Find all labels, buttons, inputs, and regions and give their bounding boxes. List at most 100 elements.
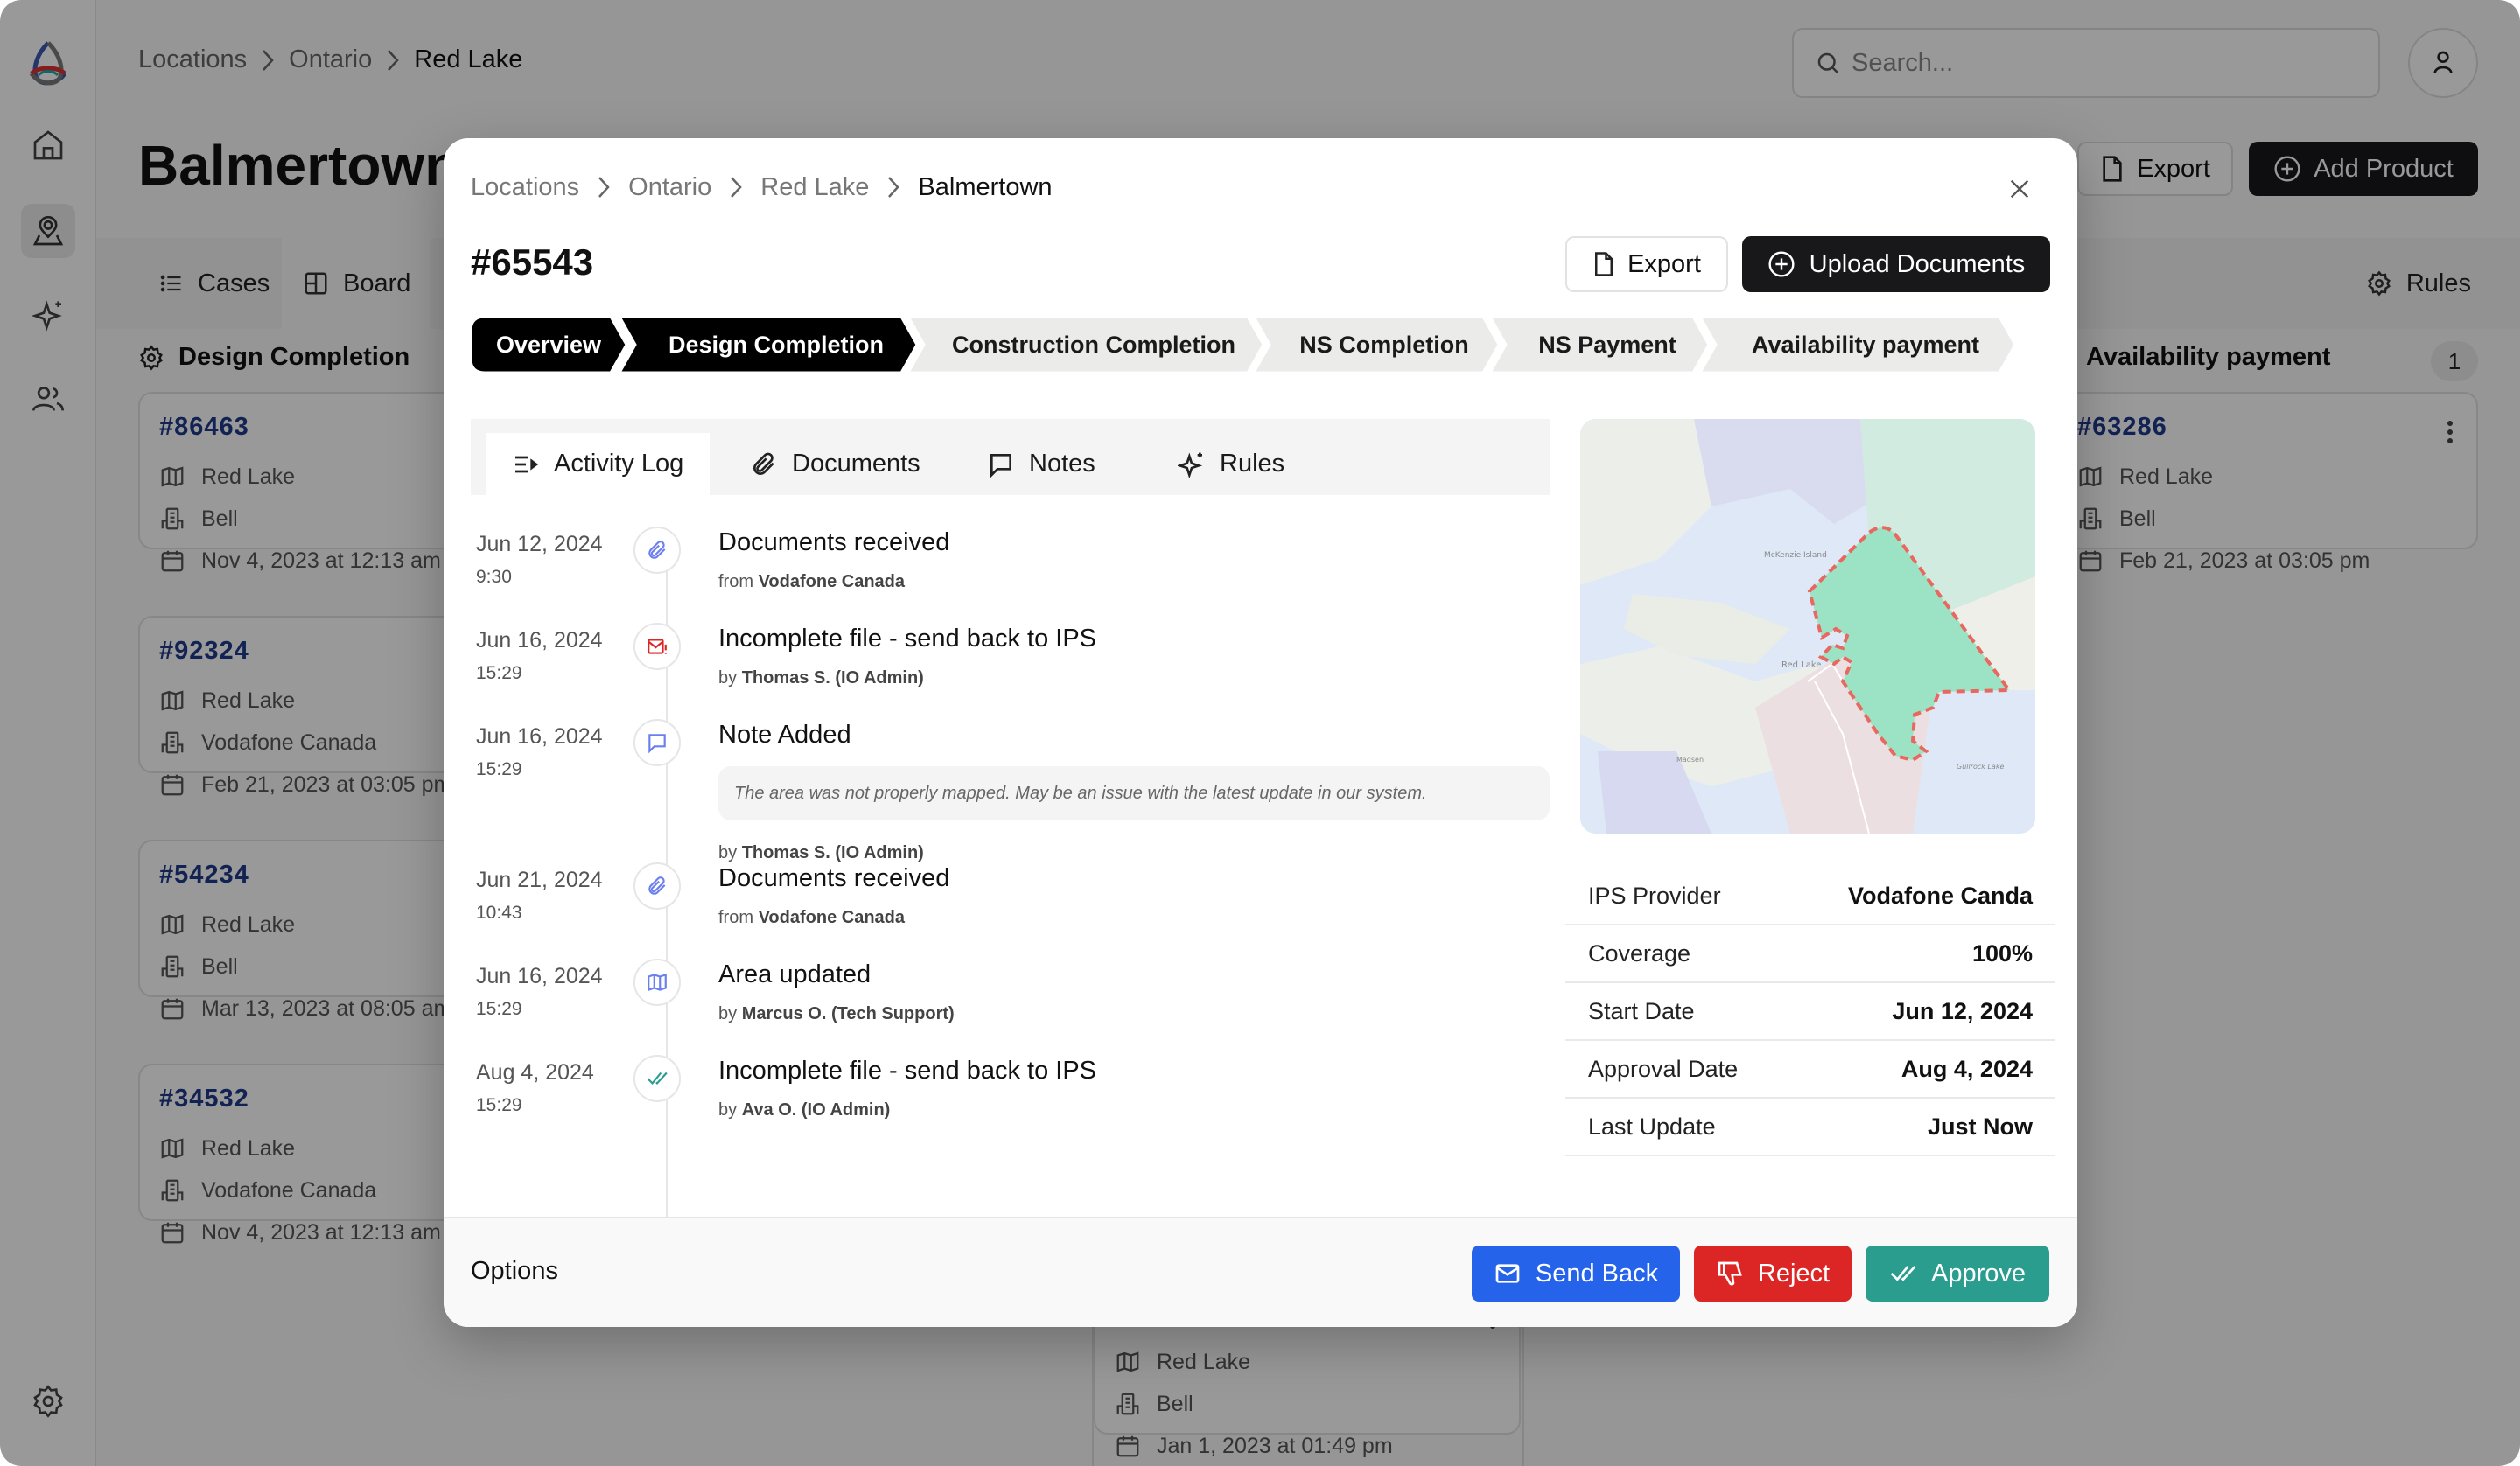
paperclip-icon bbox=[648, 541, 666, 559]
breadcrumb-item[interactable]: Red Lake bbox=[760, 173, 869, 202]
step-label: NS Completion bbox=[1299, 331, 1469, 358]
map-label: Red Lake bbox=[1782, 660, 1821, 670]
activity-actor-prefix: from bbox=[718, 908, 753, 927]
activity-date: Jun 21, 2024 bbox=[476, 868, 603, 892]
step-label: Overview bbox=[495, 331, 602, 358]
activity-time: 9:30 bbox=[476, 567, 512, 587]
activity-marker bbox=[634, 1055, 681, 1102]
activity-actor-line: by Ava O. (IO Admin) bbox=[718, 1100, 890, 1120]
activity-date: Aug 4, 2024 bbox=[476, 1060, 594, 1085]
activity-actor: Ava O. (IO Admin) bbox=[741, 1100, 891, 1120]
activity-actor-prefix: by bbox=[718, 1100, 738, 1120]
step-ns-payment[interactable]: NS Payment bbox=[1490, 317, 1709, 373]
modal-breadcrumb: Locations Ontario Red Lake Balmertown bbox=[471, 170, 1053, 205]
activity-actor-prefix: by bbox=[718, 843, 738, 862]
coverage-map[interactable]: McKenzie Island Red Lake Madsen Gullrock… bbox=[1580, 419, 2035, 834]
map-canvas: McKenzie Island Red Lake Madsen Gullrock… bbox=[1580, 419, 2035, 834]
tab-notes[interactable]: Notes bbox=[961, 433, 1122, 495]
tab-label: Notes bbox=[1029, 450, 1096, 478]
activity-actor: Thomas S. (IO Admin) bbox=[741, 843, 924, 862]
send-back-button[interactable]: Send Back bbox=[1472, 1246, 1680, 1302]
file-icon bbox=[1595, 252, 1614, 276]
thumbs-down-icon bbox=[1718, 1261, 1742, 1286]
detail-row: Start Date Jun 12, 2024 bbox=[1565, 983, 2055, 1041]
step-construction-completion[interactable]: Construction Completion bbox=[908, 317, 1264, 373]
sparkles-icon bbox=[1178, 451, 1203, 478]
breadcrumb-item: Balmertown bbox=[918, 172, 1053, 201]
breadcrumb-item[interactable]: Ontario bbox=[628, 173, 711, 202]
activity-note: The area was not properly mapped. May be… bbox=[718, 766, 1550, 820]
tab-documents[interactable]: Documents bbox=[724, 433, 947, 495]
detail-row: Coverage 100% bbox=[1565, 925, 2055, 983]
activity-marker bbox=[634, 527, 681, 574]
paperclip-icon bbox=[753, 452, 774, 475]
map-label: Gullrock Lake bbox=[1956, 763, 2004, 771]
plus-circle-icon bbox=[1768, 251, 1795, 277]
chevron-right-icon bbox=[579, 174, 628, 200]
detail-value: 100% bbox=[1971, 939, 2033, 967]
send-back-label: Send Back bbox=[1535, 1259, 1659, 1288]
step-overview[interactable]: Overview bbox=[471, 317, 626, 373]
reject-label: Reject bbox=[1757, 1259, 1830, 1288]
activity-date: Jun 12, 2024 bbox=[476, 532, 603, 556]
approve-label: Approve bbox=[1930, 1259, 2026, 1288]
export-button[interactable]: Export bbox=[1565, 236, 1728, 292]
approve-button[interactable]: Approve bbox=[1866, 1246, 2049, 1302]
activity-marker bbox=[634, 719, 681, 766]
breadcrumb-item[interactable]: Locations bbox=[471, 173, 579, 202]
tab-rules[interactable]: Rules bbox=[1152, 433, 1311, 495]
reject-button[interactable]: Reject bbox=[1694, 1246, 1852, 1302]
activity-marker bbox=[634, 959, 681, 1006]
check-check-icon bbox=[1890, 1266, 1916, 1281]
activity-actor-line: from Vodafone Canada bbox=[718, 572, 905, 592]
upload-documents-button[interactable]: Upload Documents bbox=[1742, 236, 2050, 292]
detail-tabs: Activity Log Documents Notes Rules bbox=[471, 419, 1550, 495]
activity-actor: Marcus O. (Tech Support) bbox=[741, 1004, 955, 1023]
activity-actor: Vodafone Canada bbox=[758, 908, 905, 927]
step-availability-payment[interactable]: Availability payment bbox=[1700, 317, 2015, 373]
paperclip-icon bbox=[648, 876, 666, 895]
chevron-right-icon bbox=[869, 174, 918, 200]
close-button[interactable] bbox=[2004, 173, 2035, 205]
tab-label: Rules bbox=[1220, 450, 1285, 478]
detail-key: Last Update bbox=[1588, 1113, 1716, 1140]
case-id-title: #65543 bbox=[471, 241, 594, 283]
activity-time: 15:29 bbox=[476, 759, 522, 779]
map-label: McKenzie Island bbox=[1764, 551, 1827, 560]
activity-marker bbox=[634, 862, 681, 910]
message-icon bbox=[990, 453, 1012, 478]
case-details-table: IPS Provider Vodafone Canda Coverage 100… bbox=[1565, 868, 2055, 1156]
check-check-icon bbox=[647, 1072, 668, 1086]
step-label: Construction Completion bbox=[952, 331, 1236, 358]
modal-footer: Options Send Back Reject Approve bbox=[444, 1217, 2077, 1327]
mail-icon bbox=[1495, 1264, 1520, 1283]
activity-title: Incomplete file - send back to IPS bbox=[718, 1057, 1096, 1085]
tab-activity-log[interactable]: Activity Log bbox=[486, 433, 710, 495]
detail-key: Coverage bbox=[1588, 939, 1691, 967]
mail-alert-icon bbox=[648, 639, 667, 654]
step-label: Availability payment bbox=[1751, 331, 1980, 358]
activity-actor: Vodafone Canada bbox=[758, 572, 905, 591]
step-label: Design Completion bbox=[668, 331, 884, 358]
activity-title: Area updated bbox=[718, 960, 872, 988]
step-design-completion[interactable]: Design Completion bbox=[620, 317, 917, 373]
activity-time: 10:43 bbox=[476, 903, 522, 923]
detail-row: Approval Date Aug 4, 2024 bbox=[1565, 1041, 2055, 1099]
activity-log-icon bbox=[515, 456, 539, 472]
step-ns-completion[interactable]: NS Completion bbox=[1254, 317, 1499, 373]
activity-actor: Thomas S. (IO Admin) bbox=[741, 668, 924, 688]
map-icon bbox=[648, 973, 667, 992]
activity-marker bbox=[634, 623, 681, 670]
detail-row: IPS Provider Vodafone Canda bbox=[1565, 868, 2055, 925]
options-label[interactable]: Options bbox=[471, 1257, 558, 1286]
detail-value: Aug 4, 2024 bbox=[1900, 1055, 2033, 1082]
activity-title: Documents received bbox=[718, 528, 950, 556]
detail-value: Just Now bbox=[1927, 1113, 2033, 1140]
activity-time: 15:29 bbox=[476, 663, 522, 683]
detail-row: Last Update Just Now bbox=[1565, 1099, 2055, 1156]
activity-actor-prefix: by bbox=[718, 1004, 738, 1023]
activity-actor-line: by Thomas S. (IO Admin) bbox=[718, 668, 924, 688]
activity-actor-prefix: from bbox=[718, 572, 753, 591]
activity-date: Jun 16, 2024 bbox=[476, 724, 603, 749]
activity-date: Jun 16, 2024 bbox=[476, 964, 603, 988]
